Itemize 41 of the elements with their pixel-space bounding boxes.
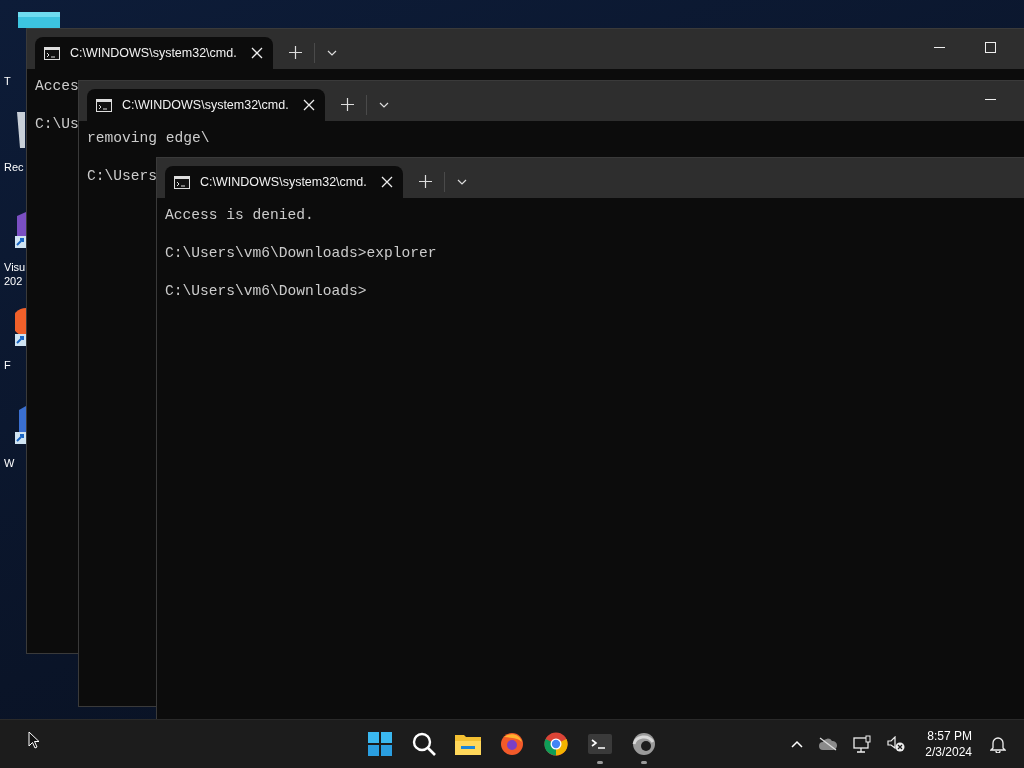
dropdown-icon[interactable] [457, 179, 467, 185]
new-tab-icon[interactable] [289, 46, 302, 59]
console-line: C:\Users [87, 167, 158, 186]
command-prompt-icon [174, 175, 190, 189]
speaker-muted-icon[interactable] [887, 736, 906, 752]
edge-icon[interactable] [632, 732, 656, 756]
console-line: C:\Us [35, 115, 79, 134]
desktop-icon-label[interactable]: Visu 202 [0, 260, 26, 288]
console-line: Acces [35, 77, 79, 96]
new-tab-icon[interactable] [341, 98, 354, 111]
desktop-icon-label[interactable]: T [0, 74, 11, 88]
cloud-off-icon[interactable] [819, 737, 838, 751]
console-line: C:\Users\vm6\Downloads>explorer [165, 244, 437, 263]
new-tab-icon[interactable] [419, 175, 432, 188]
desktop-icon-label[interactable]: Rec [0, 160, 24, 174]
close-icon[interactable] [381, 176, 393, 188]
console-line: Access is denied. [165, 206, 314, 225]
terminal-icon[interactable] [588, 734, 612, 754]
console-line: removing edge\ [87, 129, 210, 148]
command-prompt-icon [96, 98, 112, 112]
terminal-tab[interactable]: C:\WINDOWS\system32\cmd. [35, 37, 273, 69]
chrome-icon[interactable] [544, 732, 568, 756]
command-prompt-icon [44, 46, 60, 60]
start-icon[interactable] [368, 732, 392, 756]
mouse-cursor-icon [28, 731, 40, 749]
maximize-icon[interactable] [985, 42, 996, 53]
notification-bell-icon[interactable] [990, 735, 1006, 753]
chevron-up-icon[interactable] [791, 740, 804, 748]
desktop-icon-label[interactable]: F [0, 358, 11, 372]
desktop-icon-label[interactable]: W [0, 456, 15, 470]
search-icon[interactable] [412, 732, 436, 756]
dropdown-icon[interactable] [327, 50, 337, 56]
terminal-tab[interactable]: C:\WINDOWS\system32\cmd. [165, 166, 403, 198]
dropdown-icon[interactable] [379, 102, 389, 108]
close-icon[interactable] [251, 47, 263, 59]
clock[interactable]: 8:57 PM 2/3/2024 [925, 728, 972, 760]
terminal-tab[interactable]: C:\WINDOWS\system32\cmd. [87, 89, 325, 121]
folder-icon[interactable] [455, 733, 481, 755]
close-icon[interactable] [303, 99, 315, 111]
console-line: C:\Users\vm6\Downloads> [165, 282, 367, 301]
network-icon[interactable] [853, 735, 872, 753]
